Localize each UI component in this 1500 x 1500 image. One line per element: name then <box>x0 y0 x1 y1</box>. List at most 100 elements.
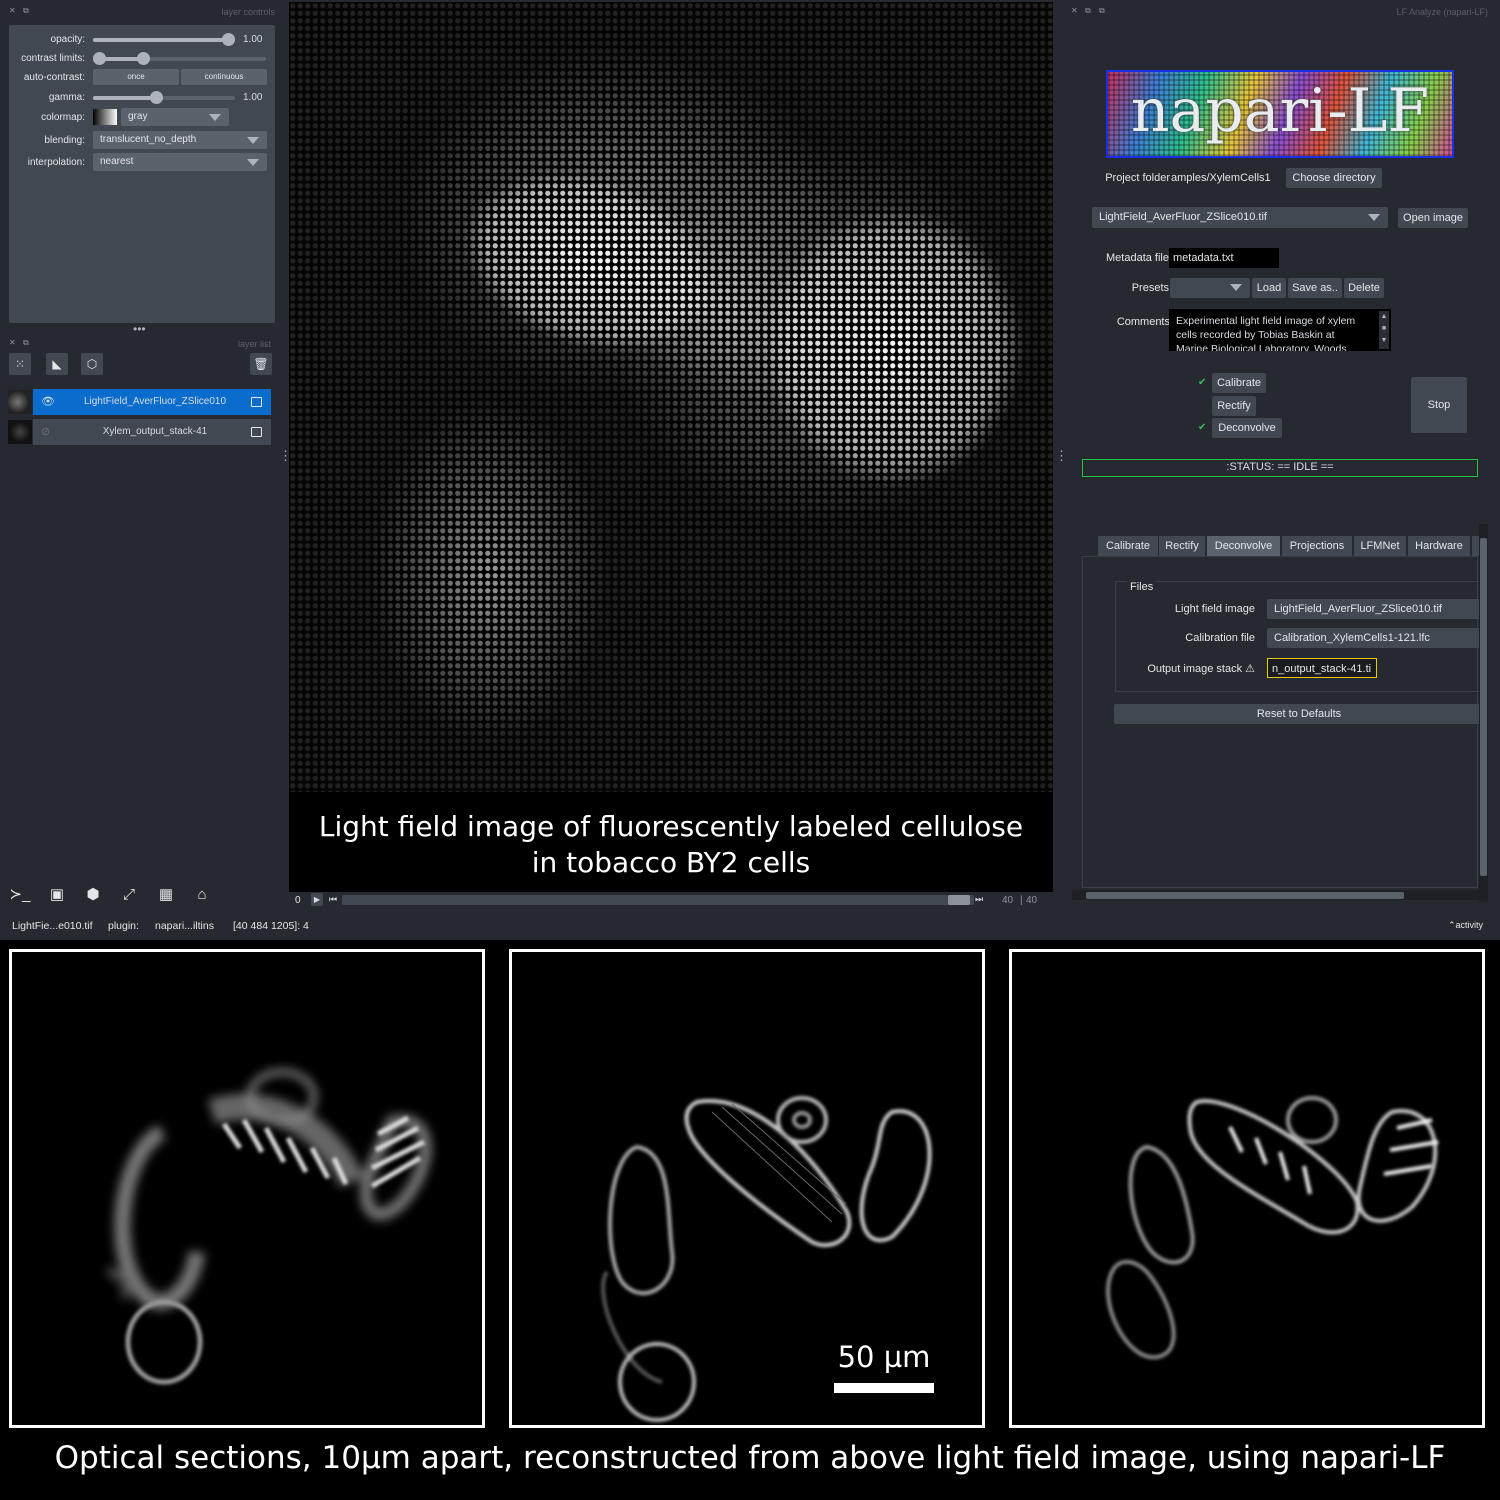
right-dock-splitter[interactable]: ⋮ <box>1055 448 1068 464</box>
dims-current-value[interactable]: 40 <box>1002 895 1013 906</box>
lf-panel-header: ✕ ⧉ ⧉ LF Analyze (napari-LF) <box>1071 3 1488 19</box>
preset-load-button[interactable]: Load <box>1252 278 1286 298</box>
comments-scrollbar[interactable]: ▲ ■ ▼ <box>1379 311 1389 349</box>
shapes-icon: ◣ <box>52 357 62 371</box>
canvas-caption-line1: Light field image of fluorescently label… <box>318 810 1024 843</box>
activity-button[interactable]: ⌃activity <box>1448 920 1483 931</box>
2d-3d-icon[interactable]: ▣ <box>44 882 70 908</box>
last-frame-icon[interactable]: ⏭ <box>975 894 983 905</box>
blending-select[interactable]: translucent_no_depth <box>93 131 267 149</box>
comments-textarea[interactable]: Experimental light field image of xylem … <box>1169 309 1391 351</box>
layer-item-body[interactable]: 👁 LightField_AverFluor_ZSlice010 <box>33 389 271 415</box>
autocontrast-continuous-button[interactable]: continuous <box>181 69 267 85</box>
float-icon[interactable]: ⧉ <box>1099 6 1105 16</box>
colormap-preview <box>93 109 117 125</box>
deconvolve-button[interactable]: Deconvolve <box>1212 418 1282 438</box>
interpolation-select[interactable]: nearest <box>93 153 267 171</box>
float-icon[interactable]: ⧉ <box>23 6 29 16</box>
dims-slider-handle[interactable] <box>948 895 970 905</box>
dims-axis-label: 0 <box>295 895 301 906</box>
chevron-down-icon <box>247 159 259 166</box>
tab-overflow[interactable] <box>1472 536 1479 556</box>
image-layer-icon <box>251 427 262 437</box>
output-stack-input[interactable]: n_output_stack-41.ti <box>1267 658 1377 678</box>
layer-controls-title: layer controls <box>221 7 275 17</box>
interpolation-label: interpolation: <box>27 157 85 168</box>
napari-lf-logo: napari-LF <box>1106 70 1454 158</box>
vertical-scrollbar-handle[interactable] <box>1480 538 1487 876</box>
stop-button[interactable]: Stop <box>1411 377 1467 433</box>
delete-icon: 🗑 <box>253 357 269 371</box>
calibrate-button[interactable]: Calibrate <box>1212 373 1266 393</box>
layer-name: Xylem_output_stack-41 <box>102 426 208 437</box>
calibration-file-field[interactable]: Calibration_XylemCells1-121.lfc <box>1267 628 1481 648</box>
home-icon[interactable]: ⌂ <box>189 882 215 908</box>
close-icon[interactable]: ✕ <box>9 338 16 347</box>
tab-deconvolve[interactable]: Deconvolve <box>1207 536 1280 556</box>
preset-save-as-button[interactable]: Save as.. <box>1288 278 1342 298</box>
layer-item-body[interactable]: ⊘ Xylem_output_stack-41 <box>33 419 271 445</box>
interpolation-row: interpolation: nearest <box>9 153 275 171</box>
layer-item[interactable]: ⊘ Xylem_output_stack-41 <box>8 419 271 445</box>
tab-rectify[interactable]: Rectify <box>1159 536 1205 556</box>
tab-projections[interactable]: Projections <box>1282 536 1352 556</box>
layer-item[interactable]: 👁 LightField_AverFluor_ZSlice010 <box>8 389 271 415</box>
labels-icon: ⬡ <box>86 357 98 371</box>
contrast-min-handle[interactable] <box>93 52 106 65</box>
colormap-select[interactable]: gray <box>121 108 229 126</box>
presets-label: Presets <box>1131 282 1169 294</box>
transpose-icon[interactable]: ⤢ <box>116 882 142 908</box>
rectify-button[interactable]: Rectify <box>1212 396 1256 416</box>
float-icon[interactable]: ⧉ <box>23 338 29 348</box>
choose-directory-button[interactable]: Choose directory <box>1286 168 1382 188</box>
eye-closed-icon[interactable]: ⊘ <box>41 419 50 445</box>
image-select[interactable]: LightField_AverFluor_ZSlice010.tif <box>1092 207 1388 228</box>
roll-icon[interactable]: ⬢ <box>80 882 106 908</box>
gamma-row: gamma: 1.00 <box>9 89 275 107</box>
splitter-handle[interactable]: ••• <box>133 322 146 336</box>
autocontrast-once-button[interactable]: once <box>93 69 179 85</box>
contrast-row: contrast limits: <box>9 50 275 68</box>
gamma-slider-fill <box>93 96 155 100</box>
preset-delete-button[interactable]: Delete <box>1344 278 1384 298</box>
console-icon[interactable]: ≻_ <box>7 882 33 908</box>
logo-text: napari-LF <box>1130 76 1430 146</box>
close-icon[interactable]: ✕ <box>1071 6 1078 15</box>
delete-layer-button[interactable]: 🗑 <box>250 353 272 375</box>
viewer-canvas[interactable]: Light field image of fluorescently label… <box>289 2 1053 892</box>
float-icon[interactable]: ⧉ <box>1085 6 1091 16</box>
new-shapes-layer-button[interactable]: ◣ <box>46 353 68 375</box>
horizontal-scrollbar-handle[interactable] <box>1086 892 1404 899</box>
chevron-down-icon <box>1368 214 1380 221</box>
opacity-label: opacity: <box>50 34 85 45</box>
grid-icon[interactable]: ▦ <box>153 882 179 908</box>
contrast-max-handle[interactable] <box>137 52 150 65</box>
vertical-scrollbar[interactable] <box>1479 524 1488 902</box>
first-frame-icon[interactable]: ⏮ <box>329 894 337 905</box>
tab-calibrate[interactable]: Calibrate <box>1098 536 1158 556</box>
opacity-value: 1.00 <box>243 34 263 45</box>
figure-caption: Optical sections, 10µm apart, reconstruc… <box>54 1440 1446 1476</box>
opacity-slider-handle[interactable] <box>222 33 235 46</box>
optical-section-panel <box>9 949 485 1428</box>
lf-image-label: Light field image <box>1174 603 1255 615</box>
close-icon[interactable]: ✕ <box>9 6 16 15</box>
horizontal-scrollbar[interactable] <box>1072 890 1484 900</box>
presets-select[interactable] <box>1170 278 1250 298</box>
lf-image-field[interactable]: LightField_AverFluor_ZSlice010.tif <box>1267 599 1481 619</box>
metadata-file-input[interactable]: metadata.txt <box>1169 248 1279 268</box>
blending-row: blending: translucent_no_depth <box>9 131 275 149</box>
tab-hardware[interactable]: Hardware <box>1408 536 1470 556</box>
napari-window: ✕ ⧉ layer controls opacity: 1.00 contras… <box>0 0 1500 940</box>
comments-line: cells recorded by Tobias Baskin at <box>1176 329 1335 341</box>
reset-defaults-button[interactable]: Reset to Defaults <box>1114 704 1484 724</box>
open-image-button[interactable]: Open image <box>1398 208 1468 228</box>
new-labels-layer-button[interactable]: ⬡ <box>81 353 103 375</box>
play-icon[interactable]: ▶ <box>311 893 323 906</box>
new-points-layer-button[interactable]: ⁙ <box>9 353 31 375</box>
tab-lfmnet[interactable]: LFMNet <box>1354 536 1406 556</box>
output-stack-label: Output image stack ⚠ <box>1147 663 1255 675</box>
eye-icon[interactable]: 👁 <box>41 389 55 415</box>
gamma-slider-handle[interactable] <box>150 91 163 104</box>
dims-slider-track[interactable] <box>342 895 974 905</box>
